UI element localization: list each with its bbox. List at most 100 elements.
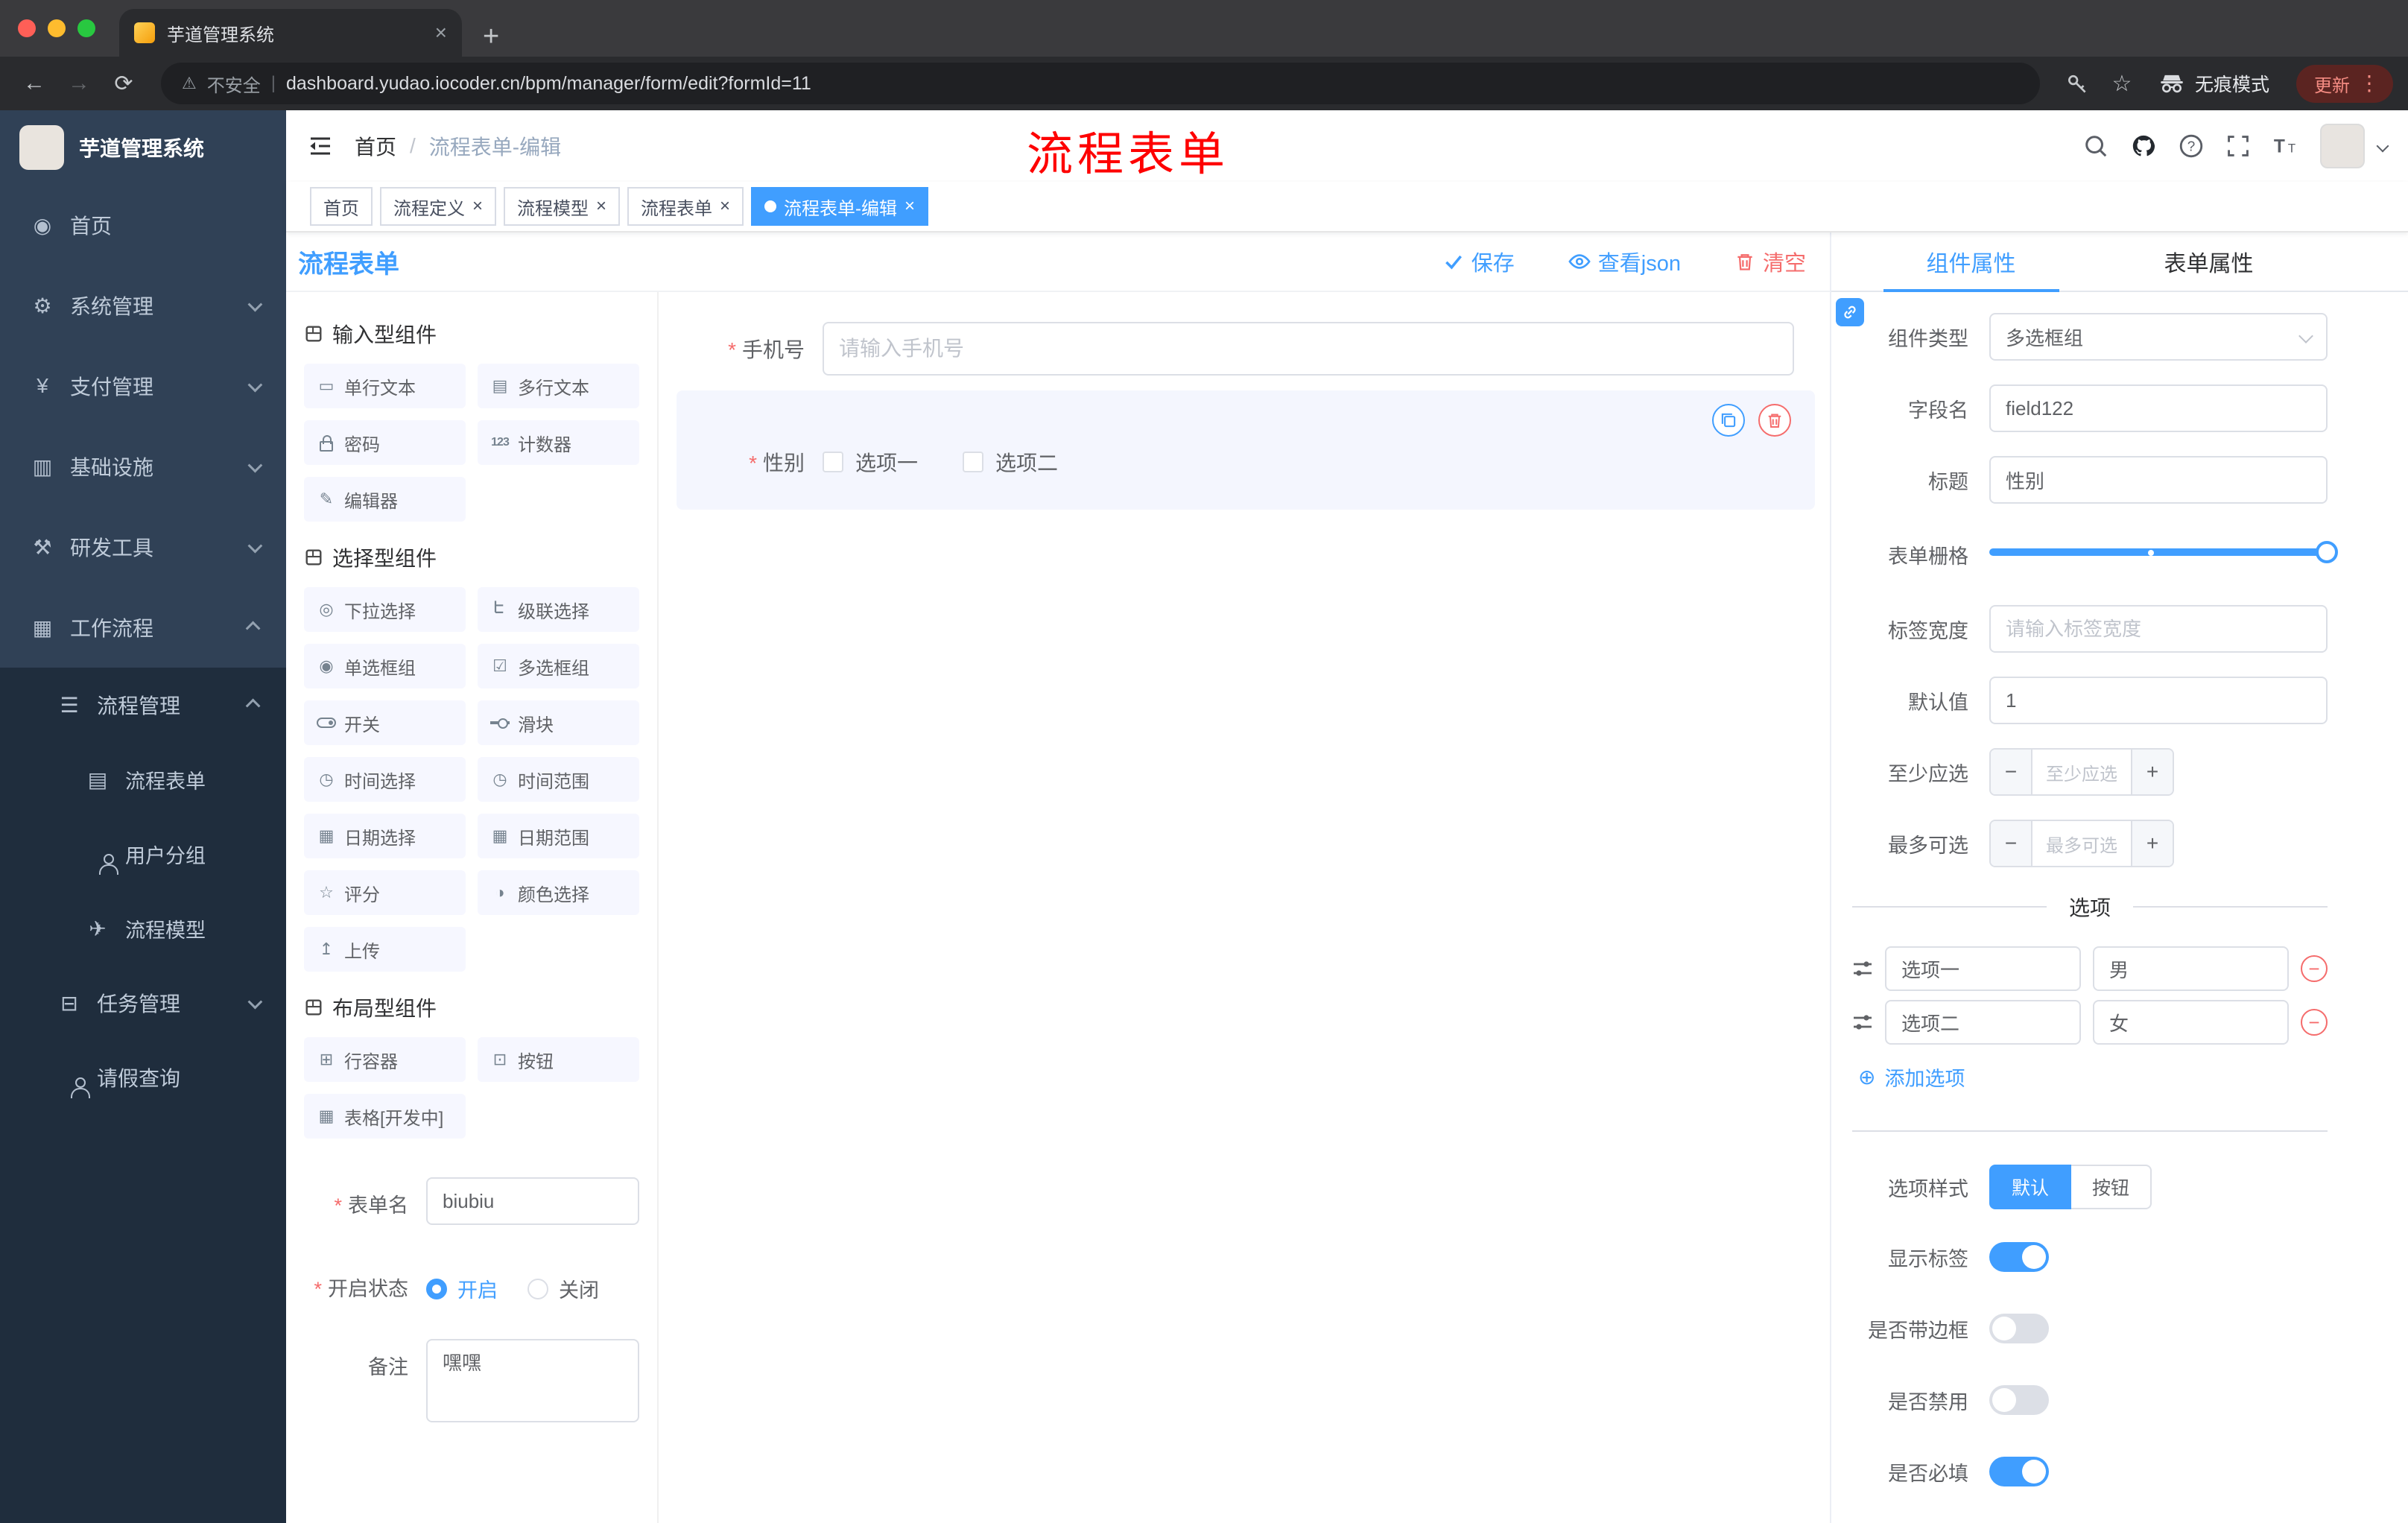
grid-slider[interactable] <box>1989 528 2338 575</box>
tag-process-form[interactable]: 流程表单 × <box>627 187 744 226</box>
gender-option2-checkbox[interactable]: 选项二 <box>963 447 1058 477</box>
gender-option1-checkbox[interactable]: 选项一 <box>823 447 918 477</box>
browser-menu-icon[interactable]: ⋮ <box>2359 73 2380 94</box>
drag-handle-icon[interactable] <box>1852 958 1873 979</box>
clear-button[interactable]: 清空 <box>1734 246 1806 277</box>
disabled-toggle[interactable] <box>1989 1385 2049 1415</box>
reload-icon[interactable]: ⟳ <box>104 64 143 103</box>
sidebar-item-payment[interactable]: ¥ 支付管理 <box>0 346 286 426</box>
password-key-icon[interactable] <box>2058 64 2097 103</box>
tab-close-icon[interactable]: × <box>435 22 447 43</box>
copy-component-button[interactable] <box>1712 404 1745 437</box>
slider-handle[interactable] <box>2316 541 2338 563</box>
palette-item-date-picker[interactable]: ▦ 日期选择 <box>304 814 466 858</box>
sidebar-item-workflow[interactable]: ▦ 工作流程 <box>0 587 286 668</box>
tag-close-icon[interactable]: × <box>904 197 915 215</box>
search-icon[interactable] <box>2083 133 2108 159</box>
address-bar[interactable]: ⚠ 不安全 | dashboard.yudao.iocoder.cn/bpm/m… <box>161 63 2040 104</box>
help-icon[interactable]: ? <box>2179 133 2204 159</box>
sidebar-item-process-model[interactable]: ✈ 流程模型 <box>0 891 286 966</box>
field-name-input[interactable] <box>1989 384 2328 432</box>
stepper-placeholder[interactable]: 最多可选 <box>2032 821 2131 866</box>
selected-component-gender[interactable]: 性别 选项一 选项二 <box>677 390 1815 510</box>
back-icon[interactable]: ← <box>15 64 54 103</box>
palette-item-rating[interactable]: ☆ 评分 <box>304 870 466 915</box>
new-tab-button[interactable]: + <box>483 22 499 51</box>
tag-close-icon[interactable]: × <box>720 197 730 215</box>
title-input[interactable] <box>1989 456 2328 504</box>
style-button-button[interactable]: 按钮 <box>2071 1165 2152 1209</box>
remove-option-button[interactable]: − <box>2301 955 2328 982</box>
option-label-input[interactable] <box>1885 1000 2081 1045</box>
hamburger-icon[interactable] <box>307 133 334 159</box>
breadcrumb-home[interactable]: 首页 <box>355 131 396 161</box>
minus-button[interactable]: − <box>1991 821 2032 866</box>
sidebar-item-leave-query[interactable]: 请假查询 <box>0 1040 286 1115</box>
palette-item-single-line-text[interactable]: ▭ 单行文本 <box>304 364 466 408</box>
window-zoom-button[interactable] <box>77 19 95 37</box>
tag-home[interactable]: 首页 <box>310 187 373 226</box>
sidebar-item-task-management[interactable]: ⊟ 任务管理 <box>0 966 286 1040</box>
label-width-input[interactable] <box>1989 605 2328 653</box>
tab-component-props[interactable]: 组件属性 <box>1852 232 2090 291</box>
option-value-input[interactable] <box>2093 1000 2289 1045</box>
palette-item-row-container[interactable]: ⊞ 行容器 <box>304 1037 466 1082</box>
sidebar-item-user-group[interactable]: 用户分组 <box>0 817 286 891</box>
browser-update-button[interactable]: 更新 ⋮ <box>2296 64 2393 103</box>
status-off-radio[interactable]: 关闭 <box>527 1274 599 1303</box>
palette-item-dropdown-select[interactable]: ◎ 下拉选择 <box>304 587 466 632</box>
palette-item-counter[interactable]: 123 计数器 <box>478 420 639 465</box>
palette-item-multi-line-text[interactable]: ▤ 多行文本 <box>478 364 639 408</box>
palette-item-time-picker[interactable]: ◷ 时间选择 <box>304 757 466 802</box>
plus-button[interactable]: + <box>2131 821 2173 866</box>
sidebar-item-process-management[interactable]: ☰ 流程管理 <box>0 668 286 742</box>
palette-item-table[interactable]: ▦ 表格[开发中] <box>304 1094 466 1139</box>
tag-close-icon[interactable]: × <box>596 197 606 215</box>
sidebar-item-dev-tools[interactable]: ⚒ 研发工具 <box>0 507 286 587</box>
plus-button[interactable]: + <box>2131 750 2173 794</box>
palette-item-time-range[interactable]: ◷ 时间范围 <box>478 757 639 802</box>
window-minimize-button[interactable] <box>48 19 66 37</box>
window-close-button[interactable] <box>18 19 36 37</box>
palette-item-radio-group[interactable]: ◉ 单选框组 <box>304 644 466 688</box>
palette-item-checkbox-group[interactable]: ☑ 多选框组 <box>478 644 639 688</box>
delete-component-button[interactable] <box>1758 404 1791 437</box>
bookmark-star-icon[interactable]: ☆ <box>2103 64 2141 103</box>
tag-close-icon[interactable]: × <box>472 197 483 215</box>
forward-icon[interactable]: → <box>60 64 98 103</box>
palette-item-date-range[interactable]: ▦ 日期范围 <box>478 814 639 858</box>
doc-link-icon[interactable] <box>1836 298 1864 326</box>
option-value-input[interactable] <box>2093 946 2289 991</box>
palette-item-button[interactable]: ⊡ 按钮 <box>478 1037 639 1082</box>
save-button[interactable]: 保存 <box>1443 246 1515 277</box>
phone-input[interactable] <box>823 322 1794 376</box>
github-icon[interactable] <box>2131 133 2156 159</box>
option-label-input[interactable] <box>1885 946 2081 991</box>
palette-item-slider[interactable]: 滑块 <box>478 700 639 745</box>
browser-tab[interactable]: 芋道管理系统 × <box>119 9 462 57</box>
border-toggle[interactable] <box>1989 1314 2049 1343</box>
required-toggle[interactable] <box>1989 1457 2049 1486</box>
fullscreen-icon[interactable] <box>2226 134 2250 158</box>
default-value-input[interactable] <box>1989 677 2328 724</box>
view-json-button[interactable]: 查看json <box>1568 246 1681 277</box>
show-label-toggle[interactable] <box>1989 1242 2049 1272</box>
add-option-button[interactable]: ⊕ 添加选项 <box>1858 1063 2328 1092</box>
drag-handle-icon[interactable] <box>1852 1012 1873 1033</box>
style-default-button[interactable]: 默认 <box>1989 1165 2072 1209</box>
sidebar-item-infrastructure[interactable]: ▥ 基础设施 <box>0 426 286 507</box>
sidebar-item-process-form[interactable]: ▤ 流程表单 <box>0 742 286 817</box>
form-name-input[interactable] <box>426 1177 639 1225</box>
palette-item-editor[interactable]: ✎ 编辑器 <box>304 477 466 522</box>
avatar[interactable] <box>2320 124 2365 168</box>
tag-process-model[interactable]: 流程模型 × <box>504 187 621 226</box>
tag-process-form-edit[interactable]: 流程表单-编辑 × <box>751 187 929 226</box>
sidebar-item-home[interactable]: ◉ 首页 <box>0 185 286 265</box>
font-size-icon[interactable]: TT <box>2272 133 2298 159</box>
tab-form-props[interactable]: 表单属性 <box>2090 232 2328 291</box>
status-on-radio[interactable]: 开启 <box>426 1274 498 1303</box>
stepper-placeholder[interactable]: 至少应选 <box>2032 750 2131 794</box>
palette-item-cascade-select[interactable]: 级联选择 <box>478 587 639 632</box>
palette-item-switch[interactable]: 开关 <box>304 700 466 745</box>
sidebar-item-system[interactable]: ⚙ 系统管理 <box>0 265 286 346</box>
